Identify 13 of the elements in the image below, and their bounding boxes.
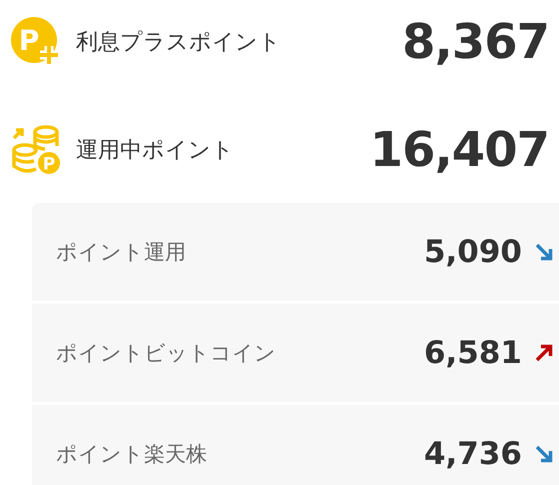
- down-arrow-icon: [534, 242, 554, 262]
- point-total: 8,367: [402, 14, 549, 70]
- breakdown-label: ポイント運用: [56, 239, 187, 266]
- breakdown-value: 4,736: [424, 436, 522, 472]
- point-label: 利息プラスポイント: [76, 29, 282, 57]
- breakdown-label: ポイント楽天株: [56, 441, 208, 468]
- point-total: 16,407: [370, 122, 549, 178]
- breakdown-value: 5,090: [424, 234, 522, 270]
- breakdown-label: ポイントビットコイン: [56, 340, 277, 367]
- point-label: 運用中ポイント: [76, 137, 235, 165]
- up-arrow-icon: [534, 343, 554, 363]
- breakdown-value: 6,581: [424, 335, 522, 371]
- down-arrow-icon: [534, 444, 554, 464]
